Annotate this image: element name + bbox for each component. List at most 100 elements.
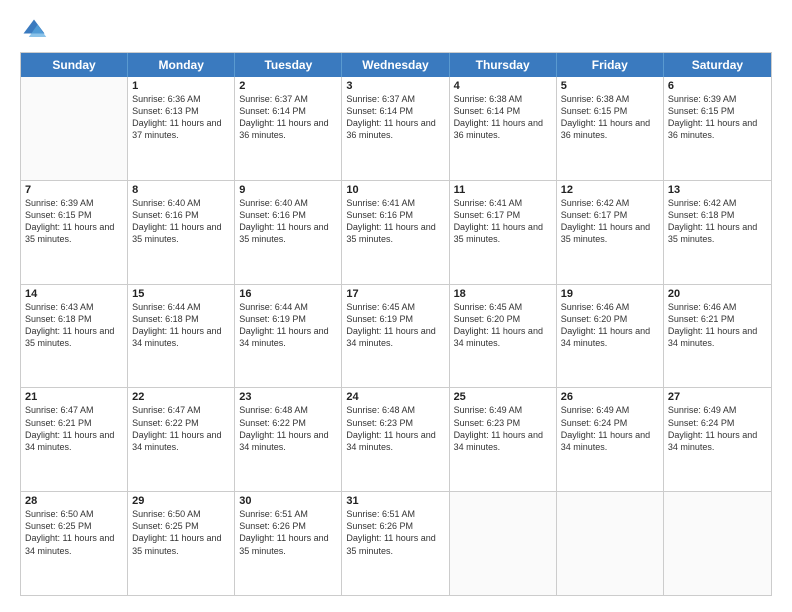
calendar-header-cell: Thursday [450, 53, 557, 77]
day-number: 3 [346, 80, 444, 92]
cell-info: Sunrise: 6:38 AMSunset: 6:15 PMDaylight:… [561, 93, 659, 142]
cell-info: Sunrise: 6:36 AMSunset: 6:13 PMDaylight:… [132, 93, 230, 142]
day-number: 18 [454, 288, 552, 300]
day-number: 13 [668, 184, 767, 196]
calendar-cell [664, 492, 771, 595]
cell-info: Sunrise: 6:51 AMSunset: 6:26 PMDaylight:… [239, 508, 337, 557]
calendar-cell: 16Sunrise: 6:44 AMSunset: 6:19 PMDayligh… [235, 285, 342, 388]
day-number: 2 [239, 80, 337, 92]
day-number: 31 [346, 495, 444, 507]
calendar: SundayMondayTuesdayWednesdayThursdayFrid… [20, 52, 772, 596]
day-number: 29 [132, 495, 230, 507]
calendar-cell: 15Sunrise: 6:44 AMSunset: 6:18 PMDayligh… [128, 285, 235, 388]
calendar-header-cell: Saturday [664, 53, 771, 77]
calendar-cell: 29Sunrise: 6:50 AMSunset: 6:25 PMDayligh… [128, 492, 235, 595]
day-number: 24 [346, 391, 444, 403]
page: SundayMondayTuesdayWednesdayThursdayFrid… [0, 0, 792, 612]
calendar-cell: 27Sunrise: 6:49 AMSunset: 6:24 PMDayligh… [664, 388, 771, 491]
cell-info: Sunrise: 6:43 AMSunset: 6:18 PMDaylight:… [25, 301, 123, 350]
calendar-header-cell: Wednesday [342, 53, 449, 77]
day-number: 14 [25, 288, 123, 300]
day-number: 11 [454, 184, 552, 196]
day-number: 23 [239, 391, 337, 403]
calendar-body: 1Sunrise: 6:36 AMSunset: 6:13 PMDaylight… [21, 77, 771, 595]
cell-info: Sunrise: 6:37 AMSunset: 6:14 PMDaylight:… [346, 93, 444, 142]
cell-info: Sunrise: 6:50 AMSunset: 6:25 PMDaylight:… [132, 508, 230, 557]
cell-info: Sunrise: 6:42 AMSunset: 6:18 PMDaylight:… [668, 197, 767, 246]
logo-icon [20, 16, 48, 44]
cell-info: Sunrise: 6:44 AMSunset: 6:19 PMDaylight:… [239, 301, 337, 350]
calendar-header-cell: Tuesday [235, 53, 342, 77]
calendar-row: 1Sunrise: 6:36 AMSunset: 6:13 PMDaylight… [21, 77, 771, 181]
day-number: 26 [561, 391, 659, 403]
calendar-cell: 31Sunrise: 6:51 AMSunset: 6:26 PMDayligh… [342, 492, 449, 595]
calendar-cell: 24Sunrise: 6:48 AMSunset: 6:23 PMDayligh… [342, 388, 449, 491]
calendar-row: 14Sunrise: 6:43 AMSunset: 6:18 PMDayligh… [21, 285, 771, 389]
calendar-cell: 21Sunrise: 6:47 AMSunset: 6:21 PMDayligh… [21, 388, 128, 491]
day-number: 20 [668, 288, 767, 300]
cell-info: Sunrise: 6:49 AMSunset: 6:24 PMDaylight:… [668, 404, 767, 453]
cell-info: Sunrise: 6:37 AMSunset: 6:14 PMDaylight:… [239, 93, 337, 142]
calendar-cell: 20Sunrise: 6:46 AMSunset: 6:21 PMDayligh… [664, 285, 771, 388]
calendar-cell: 30Sunrise: 6:51 AMSunset: 6:26 PMDayligh… [235, 492, 342, 595]
day-number: 22 [132, 391, 230, 403]
cell-info: Sunrise: 6:51 AMSunset: 6:26 PMDaylight:… [346, 508, 444, 557]
day-number: 17 [346, 288, 444, 300]
calendar-cell: 12Sunrise: 6:42 AMSunset: 6:17 PMDayligh… [557, 181, 664, 284]
calendar-cell: 19Sunrise: 6:46 AMSunset: 6:20 PMDayligh… [557, 285, 664, 388]
calendar-cell: 28Sunrise: 6:50 AMSunset: 6:25 PMDayligh… [21, 492, 128, 595]
header [20, 16, 772, 44]
calendar-cell: 6Sunrise: 6:39 AMSunset: 6:15 PMDaylight… [664, 77, 771, 180]
cell-info: Sunrise: 6:39 AMSunset: 6:15 PMDaylight:… [25, 197, 123, 246]
cell-info: Sunrise: 6:45 AMSunset: 6:20 PMDaylight:… [454, 301, 552, 350]
day-number: 7 [25, 184, 123, 196]
calendar-cell: 4Sunrise: 6:38 AMSunset: 6:14 PMDaylight… [450, 77, 557, 180]
calendar-cell: 23Sunrise: 6:48 AMSunset: 6:22 PMDayligh… [235, 388, 342, 491]
calendar-cell: 8Sunrise: 6:40 AMSunset: 6:16 PMDaylight… [128, 181, 235, 284]
cell-info: Sunrise: 6:44 AMSunset: 6:18 PMDaylight:… [132, 301, 230, 350]
calendar-cell: 7Sunrise: 6:39 AMSunset: 6:15 PMDaylight… [21, 181, 128, 284]
calendar-cell: 26Sunrise: 6:49 AMSunset: 6:24 PMDayligh… [557, 388, 664, 491]
calendar-cell: 13Sunrise: 6:42 AMSunset: 6:18 PMDayligh… [664, 181, 771, 284]
day-number: 1 [132, 80, 230, 92]
calendar-header-cell: Friday [557, 53, 664, 77]
calendar-cell [557, 492, 664, 595]
calendar-cell: 9Sunrise: 6:40 AMSunset: 6:16 PMDaylight… [235, 181, 342, 284]
calendar-cell [21, 77, 128, 180]
calendar-cell [450, 492, 557, 595]
day-number: 5 [561, 80, 659, 92]
calendar-cell: 22Sunrise: 6:47 AMSunset: 6:22 PMDayligh… [128, 388, 235, 491]
cell-info: Sunrise: 6:49 AMSunset: 6:24 PMDaylight:… [561, 404, 659, 453]
calendar-cell: 2Sunrise: 6:37 AMSunset: 6:14 PMDaylight… [235, 77, 342, 180]
day-number: 27 [668, 391, 767, 403]
calendar-header-cell: Sunday [21, 53, 128, 77]
cell-info: Sunrise: 6:38 AMSunset: 6:14 PMDaylight:… [454, 93, 552, 142]
cell-info: Sunrise: 6:41 AMSunset: 6:17 PMDaylight:… [454, 197, 552, 246]
cell-info: Sunrise: 6:48 AMSunset: 6:22 PMDaylight:… [239, 404, 337, 453]
day-number: 28 [25, 495, 123, 507]
day-number: 4 [454, 80, 552, 92]
cell-info: Sunrise: 6:46 AMSunset: 6:21 PMDaylight:… [668, 301, 767, 350]
cell-info: Sunrise: 6:46 AMSunset: 6:20 PMDaylight:… [561, 301, 659, 350]
calendar-cell: 10Sunrise: 6:41 AMSunset: 6:16 PMDayligh… [342, 181, 449, 284]
calendar-row: 21Sunrise: 6:47 AMSunset: 6:21 PMDayligh… [21, 388, 771, 492]
cell-info: Sunrise: 6:42 AMSunset: 6:17 PMDaylight:… [561, 197, 659, 246]
cell-info: Sunrise: 6:49 AMSunset: 6:23 PMDaylight:… [454, 404, 552, 453]
day-number: 30 [239, 495, 337, 507]
cell-info: Sunrise: 6:48 AMSunset: 6:23 PMDaylight:… [346, 404, 444, 453]
calendar-cell: 25Sunrise: 6:49 AMSunset: 6:23 PMDayligh… [450, 388, 557, 491]
calendar-cell: 14Sunrise: 6:43 AMSunset: 6:18 PMDayligh… [21, 285, 128, 388]
calendar-cell: 1Sunrise: 6:36 AMSunset: 6:13 PMDaylight… [128, 77, 235, 180]
calendar-header-cell: Monday [128, 53, 235, 77]
calendar-row: 28 Sunrise: 6:50 AMSunset: 6:25 PMDayligh… [21, 492, 771, 595]
cell-info: Sunrise: 6:41 AMSunset: 6:16 PMDaylight:… [346, 197, 444, 246]
cell-info: Sunrise: 6:40 AMSunset: 6:16 PMDaylight:… [132, 197, 230, 246]
day-number: 15 [132, 288, 230, 300]
cell-info: Sunrise: 6:47 AMSunset: 6:21 PMDaylight:… [25, 404, 123, 453]
cell-info: Sunrise: 6:47 AMSunset: 6:22 PMDaylight:… [132, 404, 230, 453]
calendar-row: 7Sunrise: 6:39 AMSunset: 6:15 PMDaylight… [21, 181, 771, 285]
day-number: 9 [239, 184, 337, 196]
day-number: 21 [25, 391, 123, 403]
calendar-header: SundayMondayTuesdayWednesdayThursdayFrid… [21, 53, 771, 77]
day-number: 16 [239, 288, 337, 300]
